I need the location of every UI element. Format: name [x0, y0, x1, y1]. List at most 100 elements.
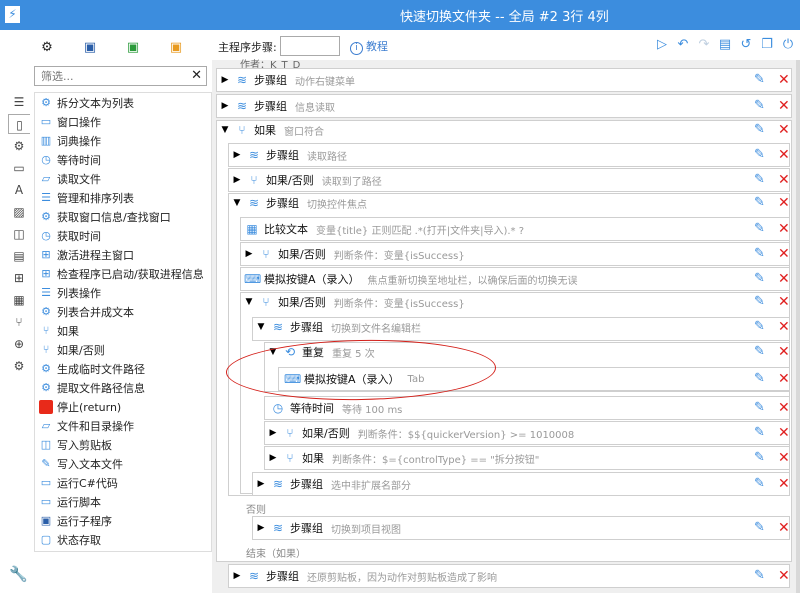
expand-arrow[interactable]: ▶ — [220, 75, 230, 85]
expand-arrow[interactable]: ▶ — [256, 479, 266, 489]
step-row[interactable]: ⌨ 模拟按键A（录入） 焦点重新切换至地址栏，以确保后面的切换无误 — [244, 268, 578, 290]
palette-item[interactable]: 停止(return) — [39, 397, 121, 416]
edit-icon[interactable]: ✎ — [754, 476, 770, 491]
step-row[interactable]: ▶ ⑂ 如果 判断条件：$={controlType} == "拆分按钮" — [268, 447, 540, 469]
wrench-icon[interactable]: 🔧 — [9, 565, 28, 583]
delete-icon[interactable]: ✕ — [778, 122, 794, 138]
expand-arrow[interactable]: ▶ — [256, 523, 266, 533]
clipboard-icon[interactable]: ◫ — [8, 224, 30, 244]
palette-item[interactable]: ▢ 状态存取 — [39, 530, 101, 549]
copy-icon[interactable]: ❐ — [759, 37, 775, 53]
palette-item[interactable]: ⚙ 获取窗口信息/查找窗口 — [39, 207, 171, 226]
expand-arrow[interactable]: ▶ — [268, 453, 278, 463]
gears-icon[interactable]: ⚙ — [8, 356, 30, 376]
delete-icon[interactable]: ✕ — [778, 450, 794, 466]
step-row[interactable]: ▼ ⑂ 如果 窗口符合 — [220, 119, 324, 141]
palette-item[interactable]: ▭ 运行脚本 — [39, 492, 101, 511]
branch-icon[interactable]: ⑂ — [8, 312, 30, 332]
edit-icon[interactable]: ✎ — [754, 520, 770, 535]
expand-arrow[interactable]: ▶ — [232, 175, 242, 185]
scrollbar[interactable] — [796, 60, 800, 593]
palette-item[interactable]: ⚙ 提取文件路径信息 — [39, 378, 145, 397]
expand-arrow[interactable]: ▶ — [244, 249, 254, 259]
save-icon[interactable]: ▤ — [717, 37, 733, 53]
cubes-orange-icon[interactable]: ▣ — [164, 40, 188, 56]
palette-item[interactable]: ◷ 获取时间 — [39, 226, 101, 245]
palette-item[interactable]: ▣ 运行子程序 — [39, 511, 112, 530]
edit-icon[interactable]: ✎ — [754, 294, 770, 309]
palette-item[interactable]: ⑂ 如果 — [39, 321, 79, 340]
edit-icon[interactable]: ✎ — [754, 400, 770, 415]
main-step-input[interactable] — [280, 36, 340, 56]
history-icon[interactable]: ↺ — [738, 37, 754, 53]
delete-icon[interactable]: ✕ — [778, 400, 794, 416]
delete-icon[interactable]: ✕ — [778, 371, 794, 387]
clear-icon[interactable]: ✕ — [191, 68, 202, 83]
delete-icon[interactable]: ✕ — [778, 344, 794, 360]
filter-input[interactable] — [35, 67, 185, 85]
step-row[interactable]: ◷ 等待时间 等待 100 ms — [270, 397, 403, 419]
delete-icon[interactable]: ✕ — [778, 271, 794, 287]
palette-item[interactable]: ▭ 运行C#代码 — [39, 473, 118, 492]
step-row[interactable]: ▦ 比较文本 变量{title} 正则匹配 .*(打开|文件夹|导入).* ? — [244, 218, 524, 240]
step-row[interactable]: ▶ ≋ 步骤组 读取路径 — [232, 144, 347, 166]
palette-item[interactable]: ▱ 文件和目录操作 — [39, 416, 134, 435]
step-row[interactable]: ▶ ≋ 步骤组 动作右键菜单 — [220, 69, 355, 91]
collapse-arrow[interactable]: ▼ — [232, 198, 242, 208]
collapse-arrow[interactable]: ▼ — [220, 125, 230, 135]
expand-arrow[interactable]: ▶ — [220, 101, 230, 111]
palette-item[interactable]: ⊞ 激活进程主窗口 — [39, 245, 134, 264]
palette-item[interactable]: ⑂ 如果/否则 — [39, 340, 105, 359]
palette-item[interactable]: ▥ 词典操作 — [39, 131, 101, 150]
edit-icon[interactable]: ✎ — [754, 450, 770, 465]
edit-icon[interactable]: ✎ — [754, 425, 770, 440]
palette-item[interactable]: ☰ 列表操作 — [39, 283, 101, 302]
palette-item[interactable]: ▱ 读取文件 — [39, 169, 101, 188]
edit-icon[interactable]: ✎ — [754, 371, 770, 386]
undo-icon[interactable]: ↶ — [675, 37, 691, 53]
delete-icon[interactable]: ✕ — [778, 221, 794, 237]
palette-item[interactable]: ⚙ 列表合并成文本 — [39, 302, 134, 321]
edit-icon[interactable]: ✎ — [754, 344, 770, 359]
cubes-green-icon[interactable]: ▣ — [121, 40, 145, 56]
delete-icon[interactable]: ✕ — [778, 425, 794, 441]
image-icon[interactable]: ▨ — [8, 202, 30, 222]
palette-item[interactable]: ◷ 等待时间 — [39, 150, 101, 169]
play-icon[interactable]: ▷ — [654, 37, 670, 53]
globe-icon[interactable]: ⊕ — [8, 334, 30, 354]
step-row[interactable]: ▶ ⑂ 如果/否则 判断条件：$${quickerVersion} >= 101000… — [268, 422, 575, 444]
list-icon[interactable]: ☰ — [8, 92, 30, 112]
step-row[interactable]: ▶ ≋ 步骤组 信息读取 — [220, 95, 335, 117]
delete-icon[interactable]: ✕ — [778, 294, 794, 310]
edit-icon[interactable]: ✎ — [754, 195, 770, 210]
delete-icon[interactable]: ✕ — [778, 520, 794, 536]
expand-arrow[interactable]: ▶ — [232, 150, 242, 160]
delete-icon[interactable]: ✕ — [778, 172, 794, 188]
edit-icon[interactable]: ✎ — [754, 221, 770, 236]
gear-icon[interactable]: ⚙ — [8, 136, 30, 156]
delete-icon[interactable]: ✕ — [778, 147, 794, 163]
delete-icon[interactable]: ✕ — [778, 98, 794, 114]
palette-item[interactable]: ☰ 管理和排序列表 — [39, 188, 134, 207]
expand-arrow[interactable]: ▶ — [232, 571, 242, 581]
step-row[interactable]: ▶ ≋ 步骤组 还原剪贴板，因为动作对剪贴板造成了影响 — [232, 565, 497, 587]
step-row[interactable]: ▶ ≋ 步骤组 选中非扩展名部分 — [256, 473, 411, 495]
edit-icon[interactable]: ✎ — [754, 319, 770, 334]
delete-icon[interactable]: ✕ — [778, 195, 794, 211]
edit-icon[interactable]: ✎ — [754, 246, 770, 261]
gears-icon[interactable]: ⚙ — [35, 40, 59, 56]
expand-arrow[interactable]: ▶ — [268, 428, 278, 438]
edit-icon[interactable]: ✎ — [754, 122, 770, 137]
table-icon[interactable]: ▦ — [8, 290, 30, 310]
palette-item[interactable]: ✎ 写入文本文件 — [39, 454, 123, 473]
bookmark-icon[interactable]: ▯ — [8, 114, 30, 134]
palette-item[interactable]: ⊞ 检查程序已启动/获取进程信息 — [39, 264, 203, 283]
edit-icon[interactable]: ✎ — [754, 568, 770, 583]
windows-icon[interactable]: ⊞ — [8, 268, 30, 288]
delete-icon[interactable]: ✕ — [778, 246, 794, 262]
step-row[interactable]: ▼ ≋ 步骤组 切换控件焦点 — [232, 192, 367, 214]
palette-item[interactable]: ▭ 窗口操作 — [39, 112, 101, 131]
redo-icon[interactable]: ↷ — [696, 37, 712, 53]
edit-icon[interactable]: ✎ — [754, 72, 770, 87]
document-icon[interactable]: ▤ — [8, 246, 30, 266]
